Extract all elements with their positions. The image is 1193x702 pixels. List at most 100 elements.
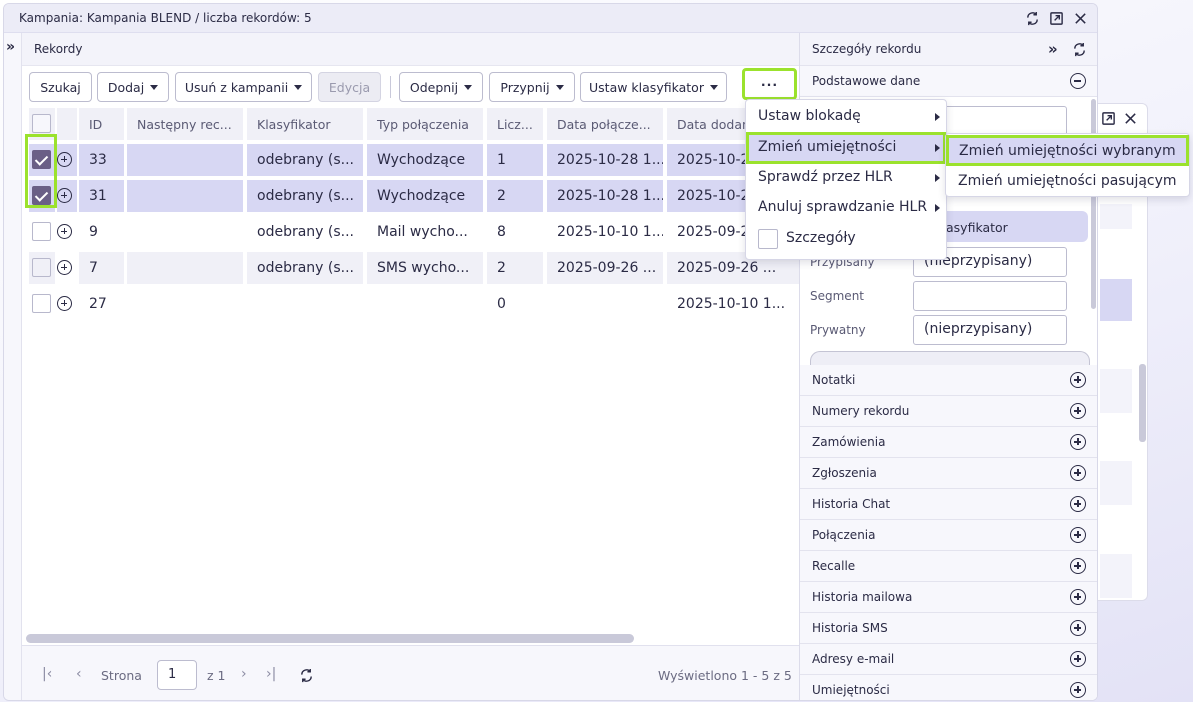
- expand-section-icon[interactable]: [1070, 465, 1086, 481]
- last-page-icon[interactable]: ›|: [266, 666, 276, 682]
- page-total: z 1: [207, 668, 226, 683]
- section-recalls[interactable]: Recalle: [800, 551, 1097, 582]
- edit-button[interactable]: Edycja: [318, 72, 381, 102]
- horizontal-scrollbar[interactable]: [26, 634, 634, 643]
- pin-button[interactable]: Przypnij: [489, 72, 575, 102]
- details-checkbox[interactable]: [758, 229, 778, 249]
- expand-section-icon[interactable]: [1070, 651, 1086, 667]
- page-label: Strona: [101, 668, 142, 683]
- close-icon[interactable]: [1121, 109, 1139, 127]
- change-skills-submenu: Zmień umiejętności wybranym Zmień umieję…: [945, 133, 1190, 197]
- select-all-checkbox[interactable]: [32, 114, 51, 133]
- column-header-conn-date[interactable]: Data połącze...: [547, 108, 663, 140]
- popout-icon[interactable]: [1047, 9, 1065, 27]
- details-header: Szczegóły rekordu »: [800, 33, 1097, 66]
- menu-item-cancel-hlr[interactable]: Anuluj sprawdzanie HLR: [746, 193, 946, 223]
- submenu-item-change-selected[interactable]: Zmień umiejętności wybranym: [946, 135, 1189, 166]
- remove-from-campaign-button[interactable]: Usuń z kampanii: [175, 72, 312, 102]
- column-header-count[interactable]: Licz...: [487, 108, 543, 140]
- records-panel: Rekordy Szukaj Dodaj Usuń z kampanii Edy…: [22, 33, 799, 700]
- expand-section-icon[interactable]: [1070, 589, 1086, 605]
- section-notes[interactable]: Notatki: [800, 365, 1097, 396]
- row-checkbox[interactable]: [32, 294, 51, 313]
- cell-type: [367, 288, 483, 320]
- cell-added: 2025-10-10 1...: [677, 296, 786, 312]
- expand-row-icon[interactable]: [57, 152, 72, 167]
- first-page-icon[interactable]: |‹: [42, 666, 52, 682]
- expand-sidebar-icon[interactable]: »: [6, 39, 15, 55]
- expand-row-icon[interactable]: [57, 296, 72, 311]
- section-orders[interactable]: Zamówienia: [800, 427, 1097, 458]
- window-titlebar: Kampania: Kampania BLEND / liczba rekord…: [4, 4, 1097, 33]
- column-header-next[interactable]: Następny rec...: [127, 108, 243, 140]
- table-row[interactable]: 7 odebrany (s... SMS wycho... 2 2025-09-…: [22, 250, 799, 286]
- expand-section-icon[interactable]: [1070, 403, 1086, 419]
- section-label: Zgłoszenia: [812, 466, 877, 480]
- refresh-page-icon[interactable]: [297, 666, 315, 684]
- column-header-id[interactable]: ID: [79, 108, 124, 140]
- collapsed-sidebar: »: [4, 33, 22, 700]
- section-sms-history[interactable]: Historia SMS: [800, 613, 1097, 644]
- window-title: Kampania: Kampania BLEND / liczba rekord…: [19, 11, 312, 25]
- cell-id: 9: [89, 224, 98, 240]
- section-email-addresses[interactable]: Adresy e-mail: [800, 644, 1097, 675]
- expand-row-icon[interactable]: [57, 224, 72, 239]
- cell-id: 7: [79, 252, 124, 284]
- expand-section-icon[interactable]: [1070, 527, 1086, 543]
- section-skills[interactable]: Umiejętności: [800, 675, 1097, 700]
- column-header-type[interactable]: Typ połączenia: [367, 108, 483, 140]
- menu-item-change-skills[interactable]: Zmień umiejętności: [746, 132, 946, 164]
- column-header-classifier[interactable]: Klasyfikator: [247, 108, 363, 140]
- section-label: Numery rekordu: [812, 404, 910, 418]
- details-scrollbar[interactable]: [1091, 99, 1096, 309]
- submenu-item-change-matching[interactable]: Zmień umiejętności pasującym: [946, 166, 1189, 197]
- segment-input[interactable]: [913, 281, 1067, 311]
- refresh-icon[interactable]: [1023, 9, 1041, 27]
- section-mail-history[interactable]: Historia mailowa: [800, 582, 1097, 613]
- unpin-button[interactable]: Odepnij: [399, 72, 483, 102]
- row-checkbox[interactable]: [32, 222, 51, 241]
- menu-item-set-lock[interactable]: Ustaw blokadę: [746, 102, 946, 132]
- page-number-input[interactable]: 1: [157, 660, 197, 690]
- more-actions-button[interactable]: ···: [742, 68, 797, 100]
- section-tickets[interactable]: Zgłoszenia: [800, 458, 1097, 489]
- expand-section-icon[interactable]: [1070, 620, 1086, 636]
- menu-item-details[interactable]: Szczegóły: [746, 224, 946, 254]
- section-basic-data[interactable]: Podstawowe dane: [800, 66, 1097, 97]
- section-label: Podstawowe dane: [812, 74, 921, 88]
- expand-section-icon[interactable]: [1070, 496, 1086, 512]
- row-checkbox[interactable]: [32, 258, 51, 277]
- menu-item-check-hlr[interactable]: Sprawdź przez HLR: [746, 163, 946, 193]
- cell-next: [127, 252, 243, 284]
- field-label-segment: Segment: [810, 289, 864, 303]
- refresh-icon[interactable]: [1070, 40, 1088, 58]
- table-row[interactable]: 31 odebrany (s... Wychodzące 2 2025-10-2…: [22, 178, 799, 214]
- details-title: Szczegóły rekordu: [812, 42, 922, 56]
- cell-conn-date: 2025-10-28 1...: [547, 180, 663, 212]
- close-icon[interactable]: [1071, 9, 1089, 27]
- table-row[interactable]: 9 odebrany (s... Mail wycho... 8 2025-10…: [22, 214, 799, 250]
- collapse-panel-icon[interactable]: »: [1048, 40, 1058, 58]
- expand-section-icon[interactable]: [1070, 372, 1086, 388]
- set-classifier-button[interactable]: Ustaw klasyfikator: [580, 72, 727, 102]
- section-connections[interactable]: Połączenia: [800, 520, 1097, 551]
- cell-conn-date: 2025-09-26 ...: [547, 252, 663, 284]
- expand-section-icon[interactable]: [1070, 682, 1086, 698]
- expand-row-icon[interactable]: [57, 188, 72, 203]
- table-row[interactable]: 27 0 2025-10-10 1...: [22, 286, 799, 322]
- collapse-section-icon[interactable]: [1070, 73, 1086, 89]
- private-select[interactable]: (nieprzypisany): [913, 315, 1067, 345]
- refresh-button-partial[interactable]: [810, 351, 1090, 365]
- search-button[interactable]: Szukaj: [29, 72, 92, 102]
- popout-icon[interactable]: [1099, 109, 1117, 127]
- prev-page-icon[interactable]: ‹: [76, 666, 82, 682]
- section-chat-history[interactable]: Historia Chat: [800, 489, 1097, 520]
- expand-section-icon[interactable]: [1070, 558, 1086, 574]
- expand-row-icon[interactable]: [57, 260, 72, 275]
- next-page-icon[interactable]: ›: [241, 666, 247, 682]
- table-row[interactable]: 33 odebrany (s... Wychodzące 1 2025-10-2…: [22, 142, 799, 178]
- section-record-numbers[interactable]: Numery rekordu: [800, 396, 1097, 427]
- cell-count: 2: [487, 180, 543, 212]
- add-button[interactable]: Dodaj: [97, 72, 169, 102]
- expand-section-icon[interactable]: [1070, 434, 1086, 450]
